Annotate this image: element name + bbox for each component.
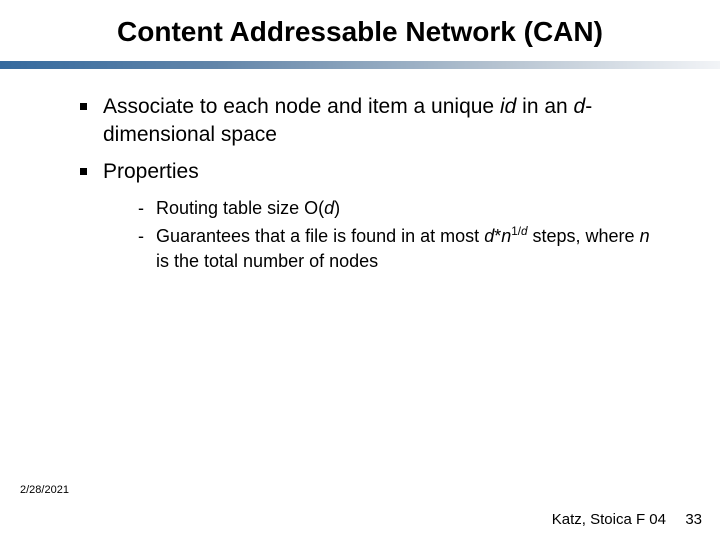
italic-d: d xyxy=(574,95,586,118)
slide-title: Content Addressable Network (CAN) xyxy=(117,14,603,49)
text-run: Associate to each node and item a unique xyxy=(103,95,500,118)
footer-credit: Katz, Stoica F 04 xyxy=(552,511,666,528)
text-run: Guarantees that a file is found in at mo… xyxy=(156,226,484,246)
sub-bullet-item: - Guarantees that a file is found in at … xyxy=(138,224,660,273)
square-bullet-icon xyxy=(80,103,87,110)
italic-n: n xyxy=(501,226,511,246)
text-run: Routing table size O( xyxy=(156,198,324,218)
title-divider xyxy=(0,61,720,69)
text-run: in an xyxy=(516,95,573,118)
sub-bullet-item: - Routing table size O(d) xyxy=(138,196,660,220)
square-bullet-icon xyxy=(80,168,87,175)
text-run: 1/ xyxy=(511,225,521,238)
footer-page-number: 33 xyxy=(685,511,702,528)
bullet-item: Associate to each node and item a unique… xyxy=(80,93,660,148)
footer-date: 2/28/2021 xyxy=(20,484,69,496)
superscript-exponent: 1/d xyxy=(511,225,527,238)
sub-bullet-text: Routing table size O(d) xyxy=(156,196,660,220)
slide-body: Associate to each node and item a unique… xyxy=(0,69,720,273)
dash-bullet-icon: - xyxy=(138,224,152,248)
title-wrap: Content Addressable Network (CAN) xyxy=(0,0,720,49)
dash-bullet-icon: - xyxy=(138,196,152,220)
text-run: is the total number of nodes xyxy=(156,251,378,271)
sub-bullet-text: Guarantees that a file is found in at mo… xyxy=(156,224,660,273)
italic-d: d xyxy=(324,198,334,218)
text-run: steps, where xyxy=(528,226,640,246)
text-run: ) xyxy=(334,198,340,218)
bullet-item: Properties xyxy=(80,158,660,186)
italic-d: d xyxy=(484,226,494,246)
italic-id: id xyxy=(500,95,516,118)
italic-n: n xyxy=(640,226,650,246)
bullet-text: Associate to each node and item a unique… xyxy=(103,93,660,148)
sub-bullet-list: - Routing table size O(d) - Guarantees t… xyxy=(80,196,660,273)
slide: Content Addressable Network (CAN) Associ… xyxy=(0,0,720,540)
bullet-text: Properties xyxy=(103,158,660,186)
